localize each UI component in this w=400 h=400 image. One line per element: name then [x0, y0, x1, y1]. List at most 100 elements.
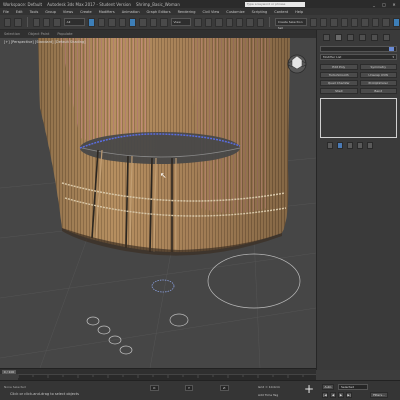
close-button[interactable]: ✕ [391, 2, 397, 7]
configure-modifier-sets-icon[interactable] [367, 142, 373, 149]
maximize-button[interactable]: □ [381, 2, 387, 7]
bind-space-warp-icon[interactable] [53, 17, 61, 27]
make-unique-icon[interactable] [347, 142, 353, 149]
viewport-label[interactable]: [+] [Perspective] [Standard] [Default Sh… [4, 40, 86, 44]
scale-icon[interactable] [149, 17, 158, 27]
named-selection-set-dropdown[interactable]: Create Selection Set [274, 18, 307, 30]
time-slider-handle[interactable]: 0 / 100 [2, 370, 16, 374]
utilities-tab-icon[interactable] [383, 34, 390, 41]
mirror-icon[interactable] [309, 17, 317, 27]
plus-icon[interactable]: + [304, 383, 314, 395]
play-button[interactable]: ▶ [338, 392, 344, 398]
modifier-button-symmetry[interactable]: Symmetry [359, 64, 397, 70]
selection-filter-dropdown[interactable]: All [63, 18, 85, 26]
menu-views[interactable]: Views [63, 10, 73, 14]
menu-file[interactable]: File [3, 10, 9, 14]
modifier-button-bend[interactable]: Bend [359, 88, 397, 94]
modifier-stack[interactable] [320, 98, 397, 138]
keyboard-shortcut-icon[interactable] [215, 17, 223, 27]
menu-create[interactable]: Create [80, 10, 92, 14]
select-manipulate-icon[interactable] [204, 17, 213, 27]
select-by-name-icon[interactable] [97, 17, 106, 27]
align-icon[interactable] [319, 17, 328, 27]
auto-key-button[interactable]: Auto [322, 384, 334, 390]
minimize-button[interactable]: _ [371, 2, 377, 7]
y-coordinate-field[interactable]: Y: [185, 385, 194, 391]
go-to-end-button[interactable]: ▶| [346, 392, 352, 398]
menu-rendering[interactable]: Rendering [178, 10, 196, 14]
show-end-result-icon[interactable] [337, 142, 343, 149]
viewcube-icon[interactable] [286, 52, 308, 74]
angle-snap-icon[interactable] [235, 17, 244, 27]
modifier-button-turbosmooth[interactable]: TurboSmooth [320, 72, 358, 78]
menu-tools[interactable]: Tools [30, 10, 39, 14]
material-editor-icon[interactable] [361, 17, 369, 27]
modifier-button-shell[interactable]: Shell [320, 88, 358, 94]
modifier-button-unwrap-uvw[interactable]: Unwrap UVW [359, 72, 397, 78]
reference-coordinate-dropdown[interactable]: View [170, 18, 192, 26]
render-setup-icon[interactable] [371, 17, 380, 27]
key-filter-dropdown[interactable]: Selected [338, 384, 368, 390]
schematic-view-icon[interactable] [351, 17, 359, 27]
menu-group[interactable]: Group [45, 10, 56, 14]
menu-content[interactable]: Content [274, 10, 288, 14]
helper-circle-selected[interactable] [151, 279, 175, 293]
pin-stack-icon[interactable] [327, 142, 333, 149]
undo-icon[interactable] [4, 17, 12, 27]
redo-icon[interactable] [14, 17, 22, 27]
z-coordinate-field[interactable]: Z: [220, 385, 230, 391]
snaps-toggle-icon[interactable] [225, 17, 233, 27]
percent-snap-icon[interactable] [246, 17, 254, 27]
tab-populate[interactable]: Populate [57, 32, 72, 36]
menu-help[interactable]: Help [295, 10, 303, 14]
hierarchy-tab-icon[interactable] [347, 34, 354, 41]
render-frame-icon[interactable] [382, 17, 390, 27]
filters-button[interactable]: Filters... [370, 392, 388, 398]
modifier-button-quad-chamfer[interactable]: Quad Chamfer [320, 80, 358, 86]
window-crossing-icon[interactable] [118, 17, 127, 27]
menu-civil-view[interactable]: Civil View [202, 10, 219, 14]
helper-circle-c[interactable] [97, 325, 111, 335]
tab-selection[interactable]: Selection [4, 32, 20, 36]
modifier-button-prooptimizer[interactable]: ProOptimizer [359, 80, 397, 86]
helper-circle-large[interactable] [207, 253, 301, 309]
layer-explorer-icon[interactable] [330, 17, 338, 27]
go-to-start-button[interactable]: |◀ [322, 392, 328, 398]
modifier-button-edit-poly[interactable]: Edit Poly [320, 64, 358, 70]
add-time-tag[interactable]: Add Time Tag [258, 393, 278, 397]
menu-scripting[interactable]: Scripting [252, 10, 268, 14]
create-tab-icon[interactable] [323, 34, 330, 41]
pivot-icon[interactable] [194, 17, 202, 27]
helper-circle-e[interactable] [119, 345, 133, 355]
curve-editor-icon[interactable] [340, 17, 348, 27]
modifier-list-dropdown[interactable]: Modifier List ▾ [320, 54, 397, 60]
helper-circle-a[interactable] [169, 313, 189, 327]
search-input[interactable]: Type a keyword or phrase [244, 1, 305, 7]
display-tab-icon[interactable] [371, 34, 378, 41]
spinner-snap-icon[interactable] [256, 17, 265, 27]
rectangle-selection-icon[interactable] [108, 17, 116, 27]
unlink-icon[interactable] [42, 17, 51, 27]
perspective-viewport[interactable]: [+] [Perspective] [Standard] [Default Sh… [0, 38, 316, 368]
render-production-icon[interactable] [392, 17, 400, 27]
remove-modifier-icon[interactable] [357, 142, 363, 149]
link-icon[interactable] [32, 17, 40, 27]
menu-edit[interactable]: Edit [16, 10, 23, 14]
tab-object-paint[interactable]: Object Paint [28, 32, 49, 36]
menu-modifiers[interactable]: Modifiers [99, 10, 115, 14]
rotate-icon[interactable] [139, 17, 147, 27]
menu-graph-editors[interactable]: Graph Editors [147, 10, 171, 14]
workspace-label[interactable]: Workspace: Default [3, 2, 42, 7]
motion-tab-icon[interactable] [359, 34, 366, 41]
placement-icon[interactable] [160, 17, 168, 27]
select-object-icon[interactable] [87, 17, 95, 27]
modify-tab-icon[interactable] [335, 34, 342, 41]
x-coordinate-field[interactable]: X: [150, 385, 160, 391]
object-color-swatch[interactable] [389, 47, 394, 51]
helper-circle-b[interactable] [86, 316, 100, 326]
object-name-field[interactable] [320, 46, 397, 52]
move-icon[interactable] [129, 17, 137, 27]
menu-animation[interactable]: Animation [122, 10, 140, 14]
previous-frame-button[interactable]: ◀ [330, 392, 336, 398]
menu-customize[interactable]: Customize [226, 10, 244, 14]
